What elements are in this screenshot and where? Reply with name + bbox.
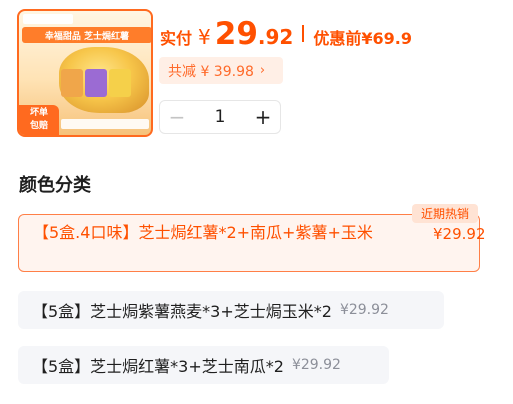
guarantee-badge-line1: 坏单 [29,108,48,118]
currency-symbol: ¥ [198,25,211,49]
option-name: 【5盒.4口味】芝士焗红薯*2+南瓜+紫薯+玉米 [33,223,373,242]
image-banner: 幸福甜品 芝士焗红薯 [22,27,151,43]
option-name: 【5盒】芝士焗紫薯燕麦*3+芝士焗玉米*2 [32,302,332,321]
option-price: ¥29.92 [433,225,486,243]
original-price-value: ¥69.9 [361,29,412,48]
package-illustration [61,69,83,97]
quantity-value[interactable]: 1 [194,107,246,127]
promo-strip [61,119,149,129]
section-title: 颜色分类 [19,175,91,196]
option-price: ¥29.92 [339,302,389,318]
option-name: 【5盒】芝士焗红薯*3+芝士南瓜*2 [32,357,284,376]
price-divider [302,24,305,42]
option-price: ¥29.92 [291,357,341,373]
original-price-label: 优惠前 [313,29,362,48]
increase-quantity-button[interactable]: + [246,101,280,133]
decrease-quantity-button[interactable]: − [160,101,194,133]
price-row: 实付 ¥ 29 .92 优惠前 ¥69.9 [160,16,412,52]
package-illustration [109,69,131,97]
guarantee-badge: 坏单 包赔 [19,105,59,135]
option-item[interactable]: 【5盒】芝士焗紫薯燕麦*3+芝士焗玉米*2 ¥29.92 [18,291,444,329]
guarantee-badge-line2: 包赔 [29,121,48,131]
option-item-selected[interactable]: 【5盒.4口味】芝士焗红薯*2+南瓜+紫薯+玉米 ¥29.92 [18,214,486,272]
product-image[interactable]: 幸福甜品 芝士焗红薯 坏单 包赔 [17,9,153,137]
hot-sale-badge: 近期热销 [412,204,478,223]
quantity-stepper: − 1 + [159,100,281,134]
discount-tag[interactable]: 共减 ¥ 39.98 › [159,57,283,84]
final-price-label: 实付 [160,29,193,48]
discount-label: 共减 ¥ 39.98 [168,63,254,80]
chevron-right-icon: › [259,63,266,78]
final-price-decimal: .92 [257,25,294,49]
final-price-integer: 29 [214,16,258,52]
option-item[interactable]: 【5盒】芝士焗红薯*3+芝士南瓜*2 ¥29.92 [18,346,389,384]
package-illustration [85,69,107,97]
brand-logo [23,14,73,24]
